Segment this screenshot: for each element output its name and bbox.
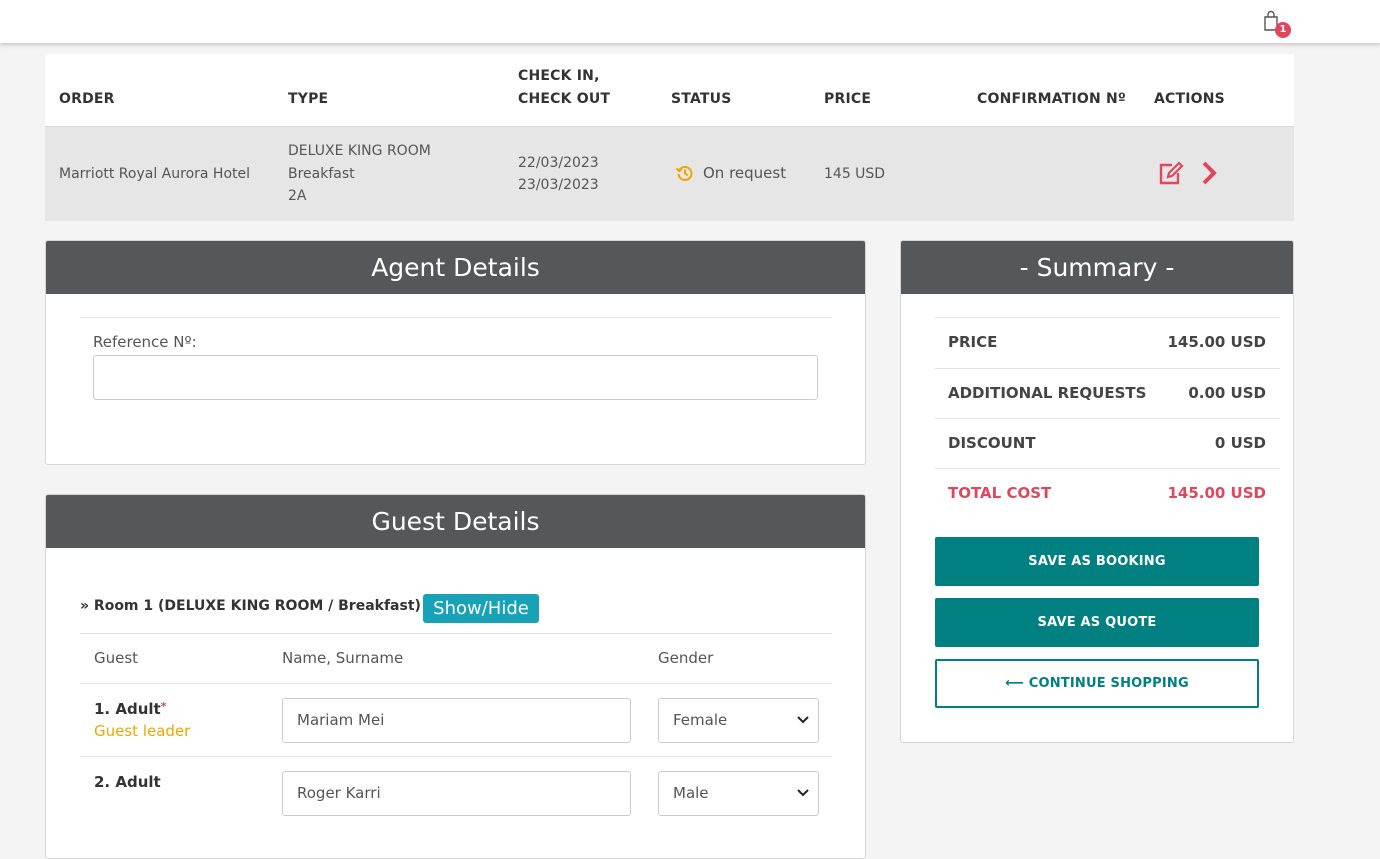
guest-2-gender-value: Male	[673, 784, 709, 802]
agent-details-panel: Agent Details Reference Nº:	[45, 240, 866, 465]
summary-title: - Summary -	[901, 241, 1293, 294]
reference-label: Reference Nº:	[93, 333, 197, 351]
table-row: Marriott Royal Aurora Hotel DELUXE KING …	[45, 126, 1294, 221]
summary-value: 0.00 USD	[1188, 384, 1266, 402]
column-header-status: STATUS	[671, 91, 732, 107]
column-header-order: ORDER	[59, 91, 115, 107]
guest-1-label: 1. Adult*	[94, 700, 166, 718]
column-header-type: TYPE	[288, 91, 329, 107]
summary-value: 145.00 USD	[1167, 333, 1266, 351]
summary-label: ADDITIONAL REQUESTS	[948, 384, 1147, 402]
column-header-name: Name, Surname	[282, 649, 404, 667]
column-header-confirmation: CONFIRMATION Nº	[977, 91, 1126, 107]
column-header-check-out: CHECK OUT	[518, 91, 611, 107]
divider	[80, 756, 832, 757]
continue-shopping-label: CONTINUE SHOPPING	[1028, 676, 1189, 691]
divider	[80, 633, 832, 634]
show-hide-button[interactable]: Show/Hide	[423, 594, 539, 623]
column-header-check-in: CHECK IN,	[518, 68, 600, 84]
summary-row-discount: DISCOUNT 0 USD	[935, 418, 1280, 468]
occupancy: 2A	[288, 188, 307, 204]
order-table: ORDER TYPE CHECK IN, CHECK OUT STATUS PR…	[45, 54, 1294, 221]
room-type: DELUXE KING ROOM	[288, 143, 431, 159]
column-header-guest: Guest	[94, 649, 139, 667]
status-badge: On request	[675, 162, 786, 185]
guest-2-label: 2. Adult	[94, 773, 161, 791]
continue-shopping-button[interactable]: ⟵ CONTINUE SHOPPING	[935, 659, 1259, 708]
summary-row-price: PRICE 145.00 USD	[935, 317, 1280, 367]
summary-row-total: TOTAL COST 145.00 USD	[935, 468, 1280, 518]
guest-1-name-input[interactable]: Mariam Mei	[282, 698, 631, 743]
chevron-down-icon	[797, 716, 809, 724]
edit-icon[interactable]	[1157, 160, 1185, 186]
guest-1-label-text: 1. Adult	[94, 700, 161, 718]
guest-1-gender-select[interactable]: Female	[658, 698, 819, 743]
chevron-down-icon	[797, 789, 809, 797]
status-text: On request	[703, 164, 787, 182]
summary-label: TOTAL COST	[948, 484, 1052, 502]
divider	[80, 683, 832, 684]
summary-value: 145.00 USD	[1167, 484, 1266, 502]
hotel-name: Marriott Royal Aurora Hotel	[59, 166, 251, 182]
guest-2-gender-select[interactable]: Male	[658, 771, 819, 816]
summary-label: PRICE	[948, 333, 998, 351]
agent-details-title: Agent Details	[46, 241, 865, 294]
board-type: Breakfast	[288, 166, 355, 182]
summary-value: 0 USD	[1214, 434, 1266, 452]
arrow-left-icon: ⟵	[1005, 676, 1024, 691]
room-title: » Room 1 (DELUXE KING ROOM / Breakfast)	[80, 598, 421, 614]
save-as-quote-button[interactable]: SAVE AS QUOTE	[935, 598, 1259, 647]
check-out-date: 23/03/2023	[518, 177, 599, 193]
summary-panel: - Summary - PRICE 145.00 USD ADDITIONAL …	[900, 240, 1294, 743]
top-bar: 1	[0, 0, 1380, 43]
guest-details-panel: Guest Details » Room 1 (DELUXE KING ROOM…	[45, 494, 866, 859]
column-header-price: PRICE	[824, 91, 872, 107]
cart-button[interactable]: 1	[1262, 10, 1292, 40]
required-mark: *	[160, 700, 167, 713]
check-in-date: 22/03/2023	[518, 155, 599, 171]
history-icon	[675, 166, 693, 182]
chevron-right-icon[interactable]	[1200, 160, 1218, 186]
summary-label: DISCOUNT	[948, 434, 1036, 452]
guest-details-title: Guest Details	[46, 495, 865, 548]
reference-input[interactable]	[93, 355, 818, 400]
guest-2-name-input[interactable]: Roger Karri	[282, 771, 631, 816]
column-header-gender: Gender	[658, 649, 714, 667]
column-header-actions: ACTIONS	[1154, 91, 1225, 107]
guest-leader-label: Guest leader	[94, 722, 191, 740]
cart-count-badge: 1	[1275, 22, 1291, 38]
summary-row-additional: ADDITIONAL REQUESTS 0.00 USD	[935, 368, 1280, 418]
row-price: 145 USD	[824, 166, 886, 182]
save-as-booking-button[interactable]: SAVE AS BOOKING	[935, 537, 1259, 586]
guest-1-gender-value: Female	[673, 711, 728, 729]
divider	[80, 317, 832, 318]
